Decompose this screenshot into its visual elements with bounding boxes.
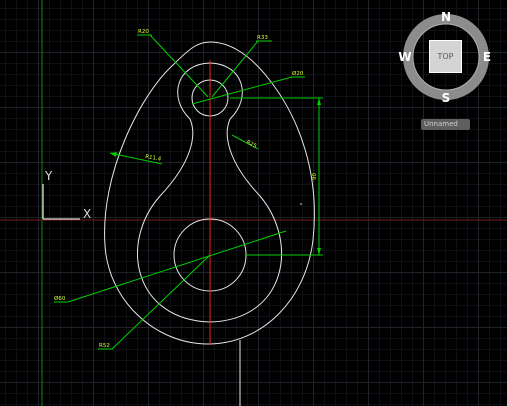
compass-north[interactable]: N — [439, 10, 453, 24]
compass-west[interactable]: W — [398, 50, 412, 64]
viewcube[interactable]: N S W E TOP — [396, 8, 496, 108]
stray-point — [300, 203, 302, 205]
r25-label: R25 — [245, 139, 258, 150]
r20-label: R20 — [138, 29, 149, 35]
outer-profile[interactable] — [104, 41, 315, 345]
compass-east[interactable]: E — [480, 50, 494, 64]
viewcube-top-face[interactable]: TOP — [429, 40, 462, 73]
dia60-label: Ø60 — [54, 295, 66, 302]
len90-arrow-top — [317, 98, 321, 105]
ucs-icon: X Y — [42, 169, 91, 221]
ucs-x-label: X — [83, 207, 91, 221]
wcs-menu[interactable]: Unnamed — [421, 119, 470, 130]
ucs-y-label: Y — [44, 169, 53, 183]
len90-arrow-bottom — [317, 248, 321, 255]
dia20-label: Ø20 — [292, 70, 304, 77]
r52-leader — [111, 254, 211, 350]
len90-label: 90 — [312, 173, 318, 180]
compass-south[interactable]: S — [439, 91, 453, 105]
r33-label: R33 — [257, 35, 268, 41]
r52-label: R52 — [99, 343, 110, 349]
r114-label: R11.4 — [145, 154, 162, 163]
r33-leader — [211, 40, 259, 98]
